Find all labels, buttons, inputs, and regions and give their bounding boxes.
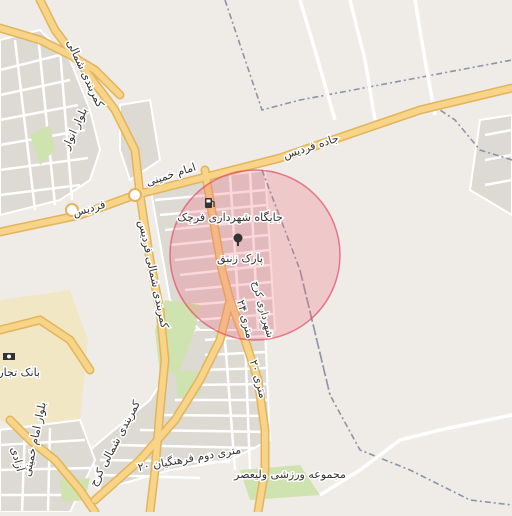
roundabout-north [128, 188, 142, 202]
label-poi-bank: بانک تجارت [0, 366, 40, 379]
map-view[interactable]: جاده فردیس امام خمینی فردیس کمربندی شمال… [0, 0, 512, 516]
map-canvas[interactable]: جاده فردیس امام خمینی فردیس کمربندی شمال… [0, 0, 512, 516]
bank-icon [3, 353, 15, 360]
label-poi-park: پارک زنبق [217, 252, 263, 266]
label-poi-sports[interactable]: مجموعه ورزشی ولیعصر [232, 467, 348, 483]
label-poi-fuel-station: جایگاه شهرداری فرچک [177, 211, 283, 224]
